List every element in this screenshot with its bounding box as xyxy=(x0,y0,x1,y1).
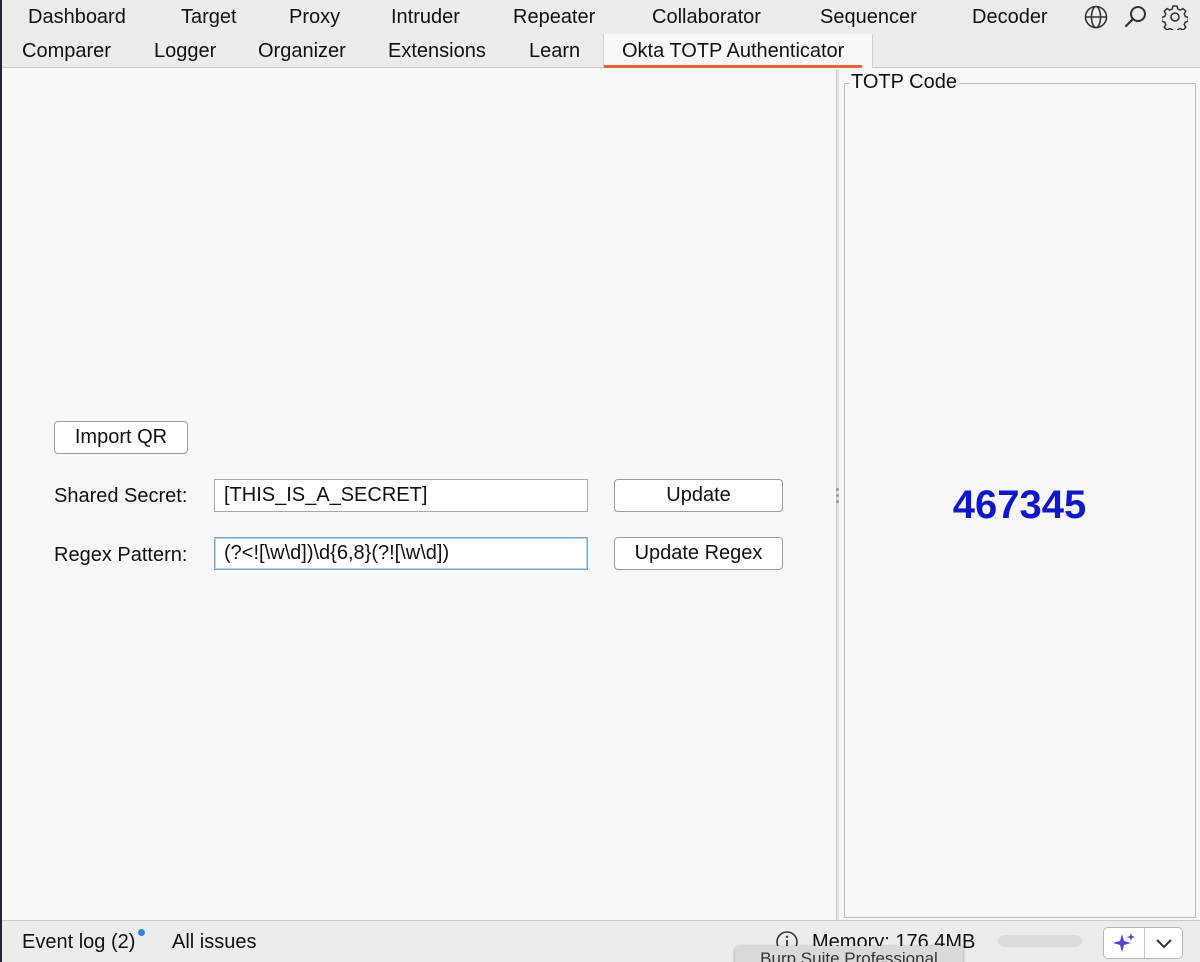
shared-secret-input[interactable]: [THIS_IS_A_SECRET] xyxy=(214,479,588,512)
tab-proxy[interactable]: Proxy xyxy=(289,0,340,34)
notification-dot xyxy=(138,929,145,936)
totp-code-title: TOTP Code xyxy=(849,71,959,94)
globe-icon[interactable] xyxy=(1083,4,1109,30)
tab-intruder[interactable]: Intruder xyxy=(391,0,460,34)
totp-code-panel: TOTP Code 467345 xyxy=(839,69,1200,920)
extension-settings-panel: Import QR Shared Secret: [THIS_IS_A_SECR… xyxy=(2,69,836,920)
tab-logger[interactable]: Logger xyxy=(154,34,216,68)
totp-code-value: 467345 xyxy=(952,483,1087,527)
status-bar: Event log (2) All issues Memory: 176.4MB xyxy=(2,920,1200,962)
tab-comparer[interactable]: Comparer xyxy=(22,34,111,68)
event-log-link[interactable]: Event log (2) xyxy=(22,931,135,954)
regex-pattern-label: Regex Pattern: xyxy=(54,544,188,566)
burp-ai-button[interactable] xyxy=(1103,927,1183,959)
tab-extensions[interactable]: Extensions xyxy=(388,34,486,68)
update-button[interactable]: Update xyxy=(614,479,783,512)
import-qr-button[interactable]: Import QR xyxy=(54,421,188,454)
tab-okta-totp-authenticator[interactable]: Okta TOTP Authenticator xyxy=(603,34,863,68)
shared-secret-label: Shared Secret: xyxy=(54,485,188,507)
memory-usage-bar xyxy=(998,935,1082,947)
update-regex-button[interactable]: Update Regex xyxy=(614,537,783,570)
tab-collaborator[interactable]: Collaborator xyxy=(652,0,761,34)
gear-icon[interactable] xyxy=(1162,4,1188,30)
tab-sequencer[interactable]: Sequencer xyxy=(820,0,917,34)
sparkle-icon xyxy=(1113,933,1135,952)
app-tooltip: Burp Suite Professional xyxy=(735,946,963,962)
tab-decoder[interactable]: Decoder xyxy=(972,0,1048,34)
burp-window: Dashboard Target Proxy Intruder Repeater… xyxy=(2,0,1200,962)
regex-pattern-input[interactable]: (?<![\w\d])\d{6,8}(?![\w\d]) xyxy=(214,537,588,570)
tab-dashboard[interactable]: Dashboard xyxy=(28,0,126,34)
button-divider xyxy=(1144,928,1145,958)
tab-organizer[interactable]: Organizer xyxy=(258,34,346,68)
tab-repeater[interactable]: Repeater xyxy=(513,0,595,34)
all-issues-link[interactable]: All issues xyxy=(172,931,256,954)
tab-learn[interactable]: Learn xyxy=(529,34,580,68)
chevron-down-icon[interactable] xyxy=(1154,936,1174,950)
search-icon[interactable] xyxy=(1123,4,1149,30)
tab-target[interactable]: Target xyxy=(181,0,237,34)
main-tab-bar: Dashboard Target Proxy Intruder Repeater… xyxy=(2,0,1200,68)
